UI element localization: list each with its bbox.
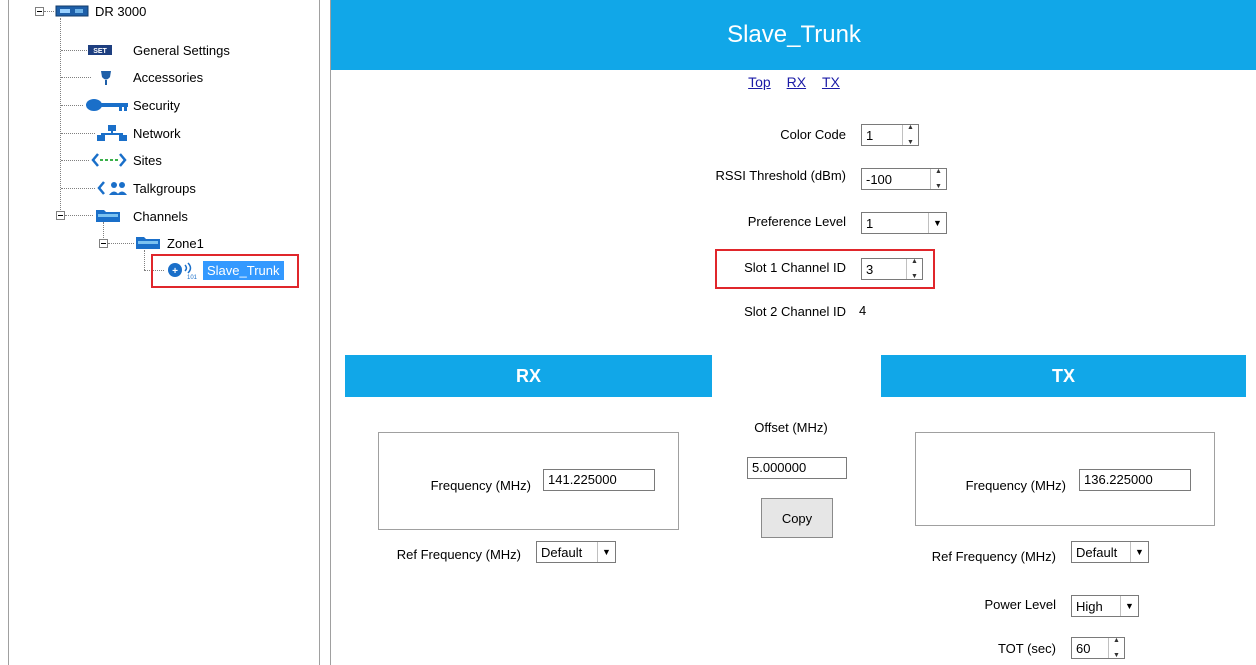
- collapse-zone-expander[interactable]: [99, 239, 108, 248]
- tree-line: [61, 133, 95, 134]
- tree-item-sites[interactable]: Sites: [133, 149, 162, 171]
- tree-item-network[interactable]: Network: [133, 122, 181, 144]
- power-level-label: Power Level: [984, 597, 1056, 612]
- copy-button[interactable]: Copy: [761, 498, 833, 538]
- slot1-channel-id-spinner[interactable]: 3: [861, 258, 923, 280]
- channel-settings-panel: Slave_Trunk Top RX TX Color Code 1 RSSI …: [330, 0, 1256, 665]
- svg-text:101: 101: [187, 275, 198, 280]
- preference-level-select[interactable]: 1 ▼: [861, 212, 947, 234]
- tree-item-accessories[interactable]: Accessories: [133, 66, 203, 88]
- tx-ref-frequency-label: Ref Frequency (MHz): [931, 549, 1056, 564]
- section-links: Top RX TX: [331, 74, 1256, 90]
- power-level-select[interactable]: High ▼: [1071, 595, 1139, 617]
- tx-ref-frequency-value: Default: [1076, 544, 1118, 560]
- preference-level-value: 1: [866, 215, 874, 231]
- tree-item-talkgroups[interactable]: Talkgroups: [133, 177, 196, 199]
- slot1-channel-id-value: 3: [866, 261, 874, 277]
- tot-value: 60: [1076, 640, 1091, 656]
- settings-icon: SET: [88, 45, 112, 55]
- page-title: Slave_Trunk: [331, 0, 1256, 70]
- tree-item-security[interactable]: Security: [133, 94, 180, 116]
- spinner-arrows-icon[interactable]: [902, 124, 918, 146]
- rx-ref-frequency-select[interactable]: Default ▼: [536, 541, 616, 563]
- tree-item-label: DR 3000: [95, 3, 147, 19]
- collapse-channels-expander[interactable]: [56, 211, 65, 220]
- tree-item-label: Slave_Trunk: [203, 260, 284, 280]
- tx-frequency-label: Frequency (MHz): [965, 478, 1066, 493]
- tree-line: [61, 160, 89, 161]
- link-rx[interactable]: RX: [787, 74, 806, 90]
- sites-icon: [91, 153, 127, 167]
- offset-label: Offset (MHz): [754, 420, 828, 435]
- slot1-channel-id-label: Slot 1 Channel ID: [744, 260, 846, 275]
- chevron-down-icon[interactable]: ▼: [928, 213, 946, 233]
- spinner-arrows-icon[interactable]: [906, 258, 922, 280]
- tree-item-label: Security: [133, 97, 180, 113]
- tree-line: [61, 77, 91, 78]
- chevron-down-icon[interactable]: ▼: [1120, 596, 1138, 616]
- folder-icon: [96, 210, 120, 222]
- power-level-value: High: [1076, 598, 1103, 614]
- preference-level-label: Preference Level: [747, 214, 846, 229]
- tree-line: [65, 215, 93, 216]
- tot-spinner[interactable]: 60: [1071, 637, 1125, 659]
- tree-line: [61, 105, 83, 106]
- rx-section-header: RX: [345, 355, 712, 397]
- rssi-threshold-label: RSSI Threshold (dBm): [715, 168, 846, 183]
- tree-item-channels[interactable]: Channels: [133, 205, 188, 227]
- rx-ref-frequency-label: Ref Frequency (MHz): [396, 547, 521, 562]
- tree-item-label: Accessories: [133, 69, 204, 85]
- key-icon: [86, 99, 128, 111]
- network-icon: [97, 125, 127, 141]
- rssi-threshold-value: -100: [866, 171, 893, 187]
- tree-item-slave-trunk[interactable]: Slave_Trunk: [203, 259, 284, 281]
- rssi-threshold-spinner[interactable]: -100: [861, 168, 947, 190]
- color-code-label: Color Code: [780, 127, 846, 142]
- tree-item-label: Sites: [133, 152, 162, 168]
- tree-item-label: Zone1: [167, 235, 204, 251]
- rx-frequency-label: Frequency (MHz): [430, 478, 531, 493]
- spinner-arrows-icon[interactable]: [930, 168, 946, 190]
- tree-item-zone1[interactable]: Zone1: [167, 232, 204, 254]
- tree-item-label: General Settings: [133, 42, 230, 58]
- rx-frequency-input[interactable]: 141.225000: [543, 469, 655, 491]
- tree-item-label: Channels: [133, 208, 188, 224]
- rx-ref-frequency-value: Default: [541, 544, 583, 560]
- collapse-root-expander[interactable]: [35, 7, 44, 16]
- tree-line: [61, 188, 95, 189]
- link-top[interactable]: Top: [748, 74, 771, 90]
- tree-line: [61, 50, 87, 51]
- folder-icon: [136, 237, 160, 249]
- slot2-channel-id-value: 4: [859, 303, 867, 318]
- tree-item-dr3000[interactable]: DR 3000: [95, 0, 146, 22]
- chevron-down-icon[interactable]: ▼: [597, 542, 615, 562]
- tx-ref-frequency-select[interactable]: Default ▼: [1071, 541, 1149, 563]
- slot2-channel-id-label: Slot 2 Channel ID: [744, 304, 846, 319]
- svg-text:+: +: [172, 266, 178, 277]
- tree-item-label: Network: [133, 125, 181, 141]
- tree-item-general-settings[interactable]: General Settings: [133, 39, 230, 61]
- tx-frequency-input[interactable]: 136.225000: [1079, 469, 1191, 491]
- accessories-icon: [101, 71, 111, 85]
- tx-section-header: TX: [881, 355, 1246, 397]
- color-code-value: 1: [866, 127, 874, 143]
- link-tx[interactable]: TX: [822, 74, 840, 90]
- tot-label: TOT (sec): [997, 641, 1056, 656]
- channel-radio-icon: + 101: [168, 262, 198, 280]
- tree-line: [108, 243, 134, 244]
- chevron-down-icon[interactable]: ▼: [1130, 542, 1148, 562]
- tree-line: [144, 250, 145, 270]
- device-icon: [55, 5, 89, 17]
- tree-item-label: Talkgroups: [133, 180, 196, 196]
- tree-line: [44, 11, 54, 12]
- navigation-tree: DR 3000 SET General Settings Accessories…: [8, 0, 320, 665]
- spinner-arrows-icon[interactable]: [1108, 637, 1124, 659]
- color-code-spinner[interactable]: 1: [861, 124, 919, 146]
- svg-text:SET: SET: [93, 48, 107, 55]
- talkgroups-icon: [97, 181, 127, 195]
- offset-input[interactable]: 5.000000: [747, 457, 847, 479]
